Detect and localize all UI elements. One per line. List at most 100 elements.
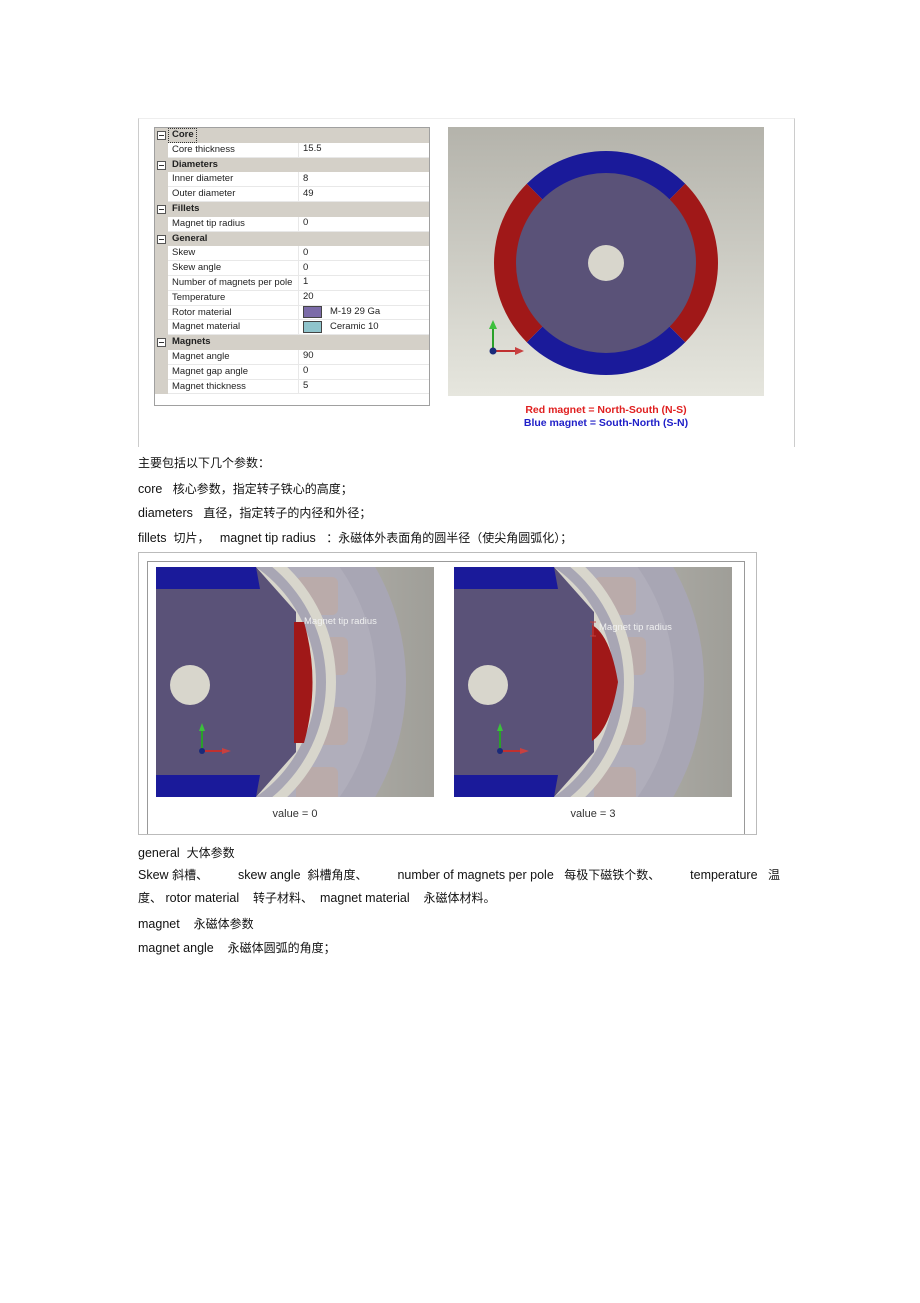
property-grid: Core Core thickness 15.5 Diameters Inner dia…	[154, 127, 430, 406]
fillet-view-value-3: Magnet tip radius	[454, 567, 732, 797]
property-row[interactable]: Magnet tip radius 0	[155, 216, 429, 232]
category-magnets[interactable]: Magnets	[155, 335, 429, 350]
property-value-text: 90	[303, 350, 314, 362]
property-name: Core thickness	[168, 142, 299, 158]
category-general[interactable]: General	[155, 231, 429, 247]
property-value[interactable]: 49	[299, 187, 429, 202]
desc-rotor-material: 转子材料、	[253, 891, 314, 905]
intro-text: 主要包括以下几个参数：	[138, 456, 271, 470]
fillet-drawing-right: Magnet tip radius	[454, 567, 732, 797]
desc-magnet-angle: 永磁体圆弧的角度；	[227, 941, 336, 955]
property-row[interactable]: Magnet gap angle 0	[155, 364, 429, 380]
magnet-blue-bottom	[156, 775, 260, 797]
category-label: Core	[168, 128, 197, 143]
shaft-hole	[170, 665, 210, 705]
property-row[interactable]: Core thickness 15.5	[155, 142, 429, 158]
term-rotor-material: rotor material	[165, 891, 240, 905]
property-value[interactable]: M-19 29 Ga	[299, 306, 429, 321]
desc-magnet-tip-radius: ：永磁体外表面角的圆半径（使尖角圆弧化）；	[326, 531, 573, 545]
property-value[interactable]: 8	[299, 172, 429, 188]
desc-skew-angle: 斜槽角度、	[307, 868, 368, 882]
collapse-toggle-icon[interactable]	[157, 131, 166, 140]
property-value[interactable]: 0	[299, 365, 429, 380]
category-label: General	[172, 232, 208, 244]
desc-magnet: 永磁体参数	[193, 917, 254, 931]
fillet-drawing-left: Magnet tip radius	[156, 567, 434, 797]
property-row[interactable]: Magnet material Ceramic 10	[155, 320, 429, 336]
property-row[interactable]: Number of magnets per pole 1	[155, 275, 429, 291]
desc-general: 大体参数	[186, 846, 235, 860]
paragraph-magnet: magnet 永磁体参数	[138, 916, 254, 932]
term-diameters: diameters	[138, 506, 193, 520]
category-label: Diameters	[172, 158, 218, 170]
property-row[interactable]: Skew 0	[155, 246, 429, 262]
property-value[interactable]: 15.5	[299, 143, 429, 158]
property-row[interactable]: Skew angle 0	[155, 261, 429, 276]
property-value-text: 20	[303, 291, 314, 303]
legend-blue-magnet: Blue magnet = South-North (S-N)	[523, 417, 689, 429]
term-general: general	[138, 846, 180, 860]
collapse-toggle-icon[interactable]	[157, 338, 166, 348]
property-value-text: 5	[303, 380, 309, 392]
property-row[interactable]: Magnet thickness 5	[155, 379, 429, 395]
property-value[interactable]: 0	[299, 217, 429, 232]
desc-fillets: 切片，	[173, 531, 210, 545]
collapse-toggle-icon[interactable]	[157, 204, 166, 214]
shaft-hole	[588, 245, 624, 281]
property-name: Inner diameter	[168, 172, 299, 188]
property-row[interactable]: Magnet angle 90	[155, 349, 429, 365]
property-value[interactable]: 5	[299, 380, 429, 395]
property-value[interactable]: Ceramic 10	[299, 320, 429, 336]
magnet-blue-bottom	[454, 775, 558, 797]
paragraph-magnet-angle: magnet angle 永磁体圆弧的角度；	[138, 940, 336, 956]
axis-z-icon	[199, 748, 205, 754]
category-core[interactable]: Core	[155, 128, 429, 143]
desc-magnets-per-pole: 每极下磁铁个数、	[564, 868, 661, 882]
property-row[interactable]: Outer diameter 49	[155, 187, 429, 202]
term-magnet-material: magnet material	[320, 891, 410, 905]
property-value-text: M-19 29 Ga	[330, 306, 381, 318]
property-value-text: Ceramic 10	[330, 320, 379, 332]
axis-z-icon	[497, 748, 503, 754]
material-color-swatch	[303, 306, 322, 319]
property-name: Magnet thickness	[168, 379, 299, 395]
property-name: Rotor material	[168, 305, 299, 321]
property-name: Magnet angle	[168, 349, 299, 365]
paragraph-general-detail-2: 度、 rotor material 转子材料、 magnet material …	[138, 890, 496, 906]
property-name: Magnet tip radius	[168, 216, 299, 232]
category-diameters[interactable]: Diameters	[155, 157, 429, 173]
paragraph-general: general 大体参数	[138, 845, 235, 861]
caption-right: value = 3	[570, 808, 616, 820]
property-value[interactable]: 1	[299, 276, 429, 291]
property-value[interactable]: 90	[299, 350, 429, 365]
property-row[interactable]: Rotor material M-19 29 Ga	[155, 305, 429, 321]
property-name: Skew	[168, 246, 299, 262]
paragraph-general-detail-1: Skew 斜槽、 skew angle 斜槽角度、 number of magn…	[138, 867, 780, 883]
legend-red-magnet: Red magnet = North-South (N-S)	[525, 404, 687, 416]
annotation-magnet-tip-radius: Magnet tip radius	[599, 622, 672, 633]
shaft-hole	[468, 665, 508, 705]
property-row[interactable]: Inner diameter 8	[155, 172, 429, 188]
property-value[interactable]: 0	[299, 246, 429, 262]
annotation-magnet-tip-radius: Magnet tip radius	[304, 616, 377, 627]
term-magnets-per-pole: number of magnets per pole	[397, 868, 554, 882]
desc-temperature-part1: 温	[767, 868, 780, 882]
property-name: Magnet material	[168, 320, 299, 336]
category-fillets[interactable]: Fillets	[155, 201, 429, 217]
term-fillets: fillets	[138, 531, 167, 545]
property-value-text: 8	[303, 172, 309, 184]
property-name: Number of magnets per pole	[168, 275, 299, 291]
property-value[interactable]: 0	[299, 261, 429, 276]
magnet-legend: Red magnet = North-South (N-S) Blue magn…	[448, 404, 764, 430]
property-value-text: 0	[303, 246, 309, 258]
property-value-text: 0	[303, 365, 309, 377]
desc-core: 核心参数，指定转子铁心的高度；	[172, 482, 353, 496]
property-value[interactable]: 20	[299, 291, 429, 306]
property-row[interactable]: Temperature 20	[155, 290, 429, 306]
collapse-toggle-icon[interactable]	[157, 234, 166, 244]
term-magnet: magnet	[138, 917, 180, 931]
term-temperature: temperature	[690, 868, 758, 882]
desc-diameters: 直径，指定转子的内径和外径；	[203, 506, 372, 520]
collapse-toggle-icon[interactable]	[157, 160, 166, 170]
paragraph-fillets: fillets 切片， magnet tip radius ：永磁体外表面角的圆…	[138, 530, 572, 546]
